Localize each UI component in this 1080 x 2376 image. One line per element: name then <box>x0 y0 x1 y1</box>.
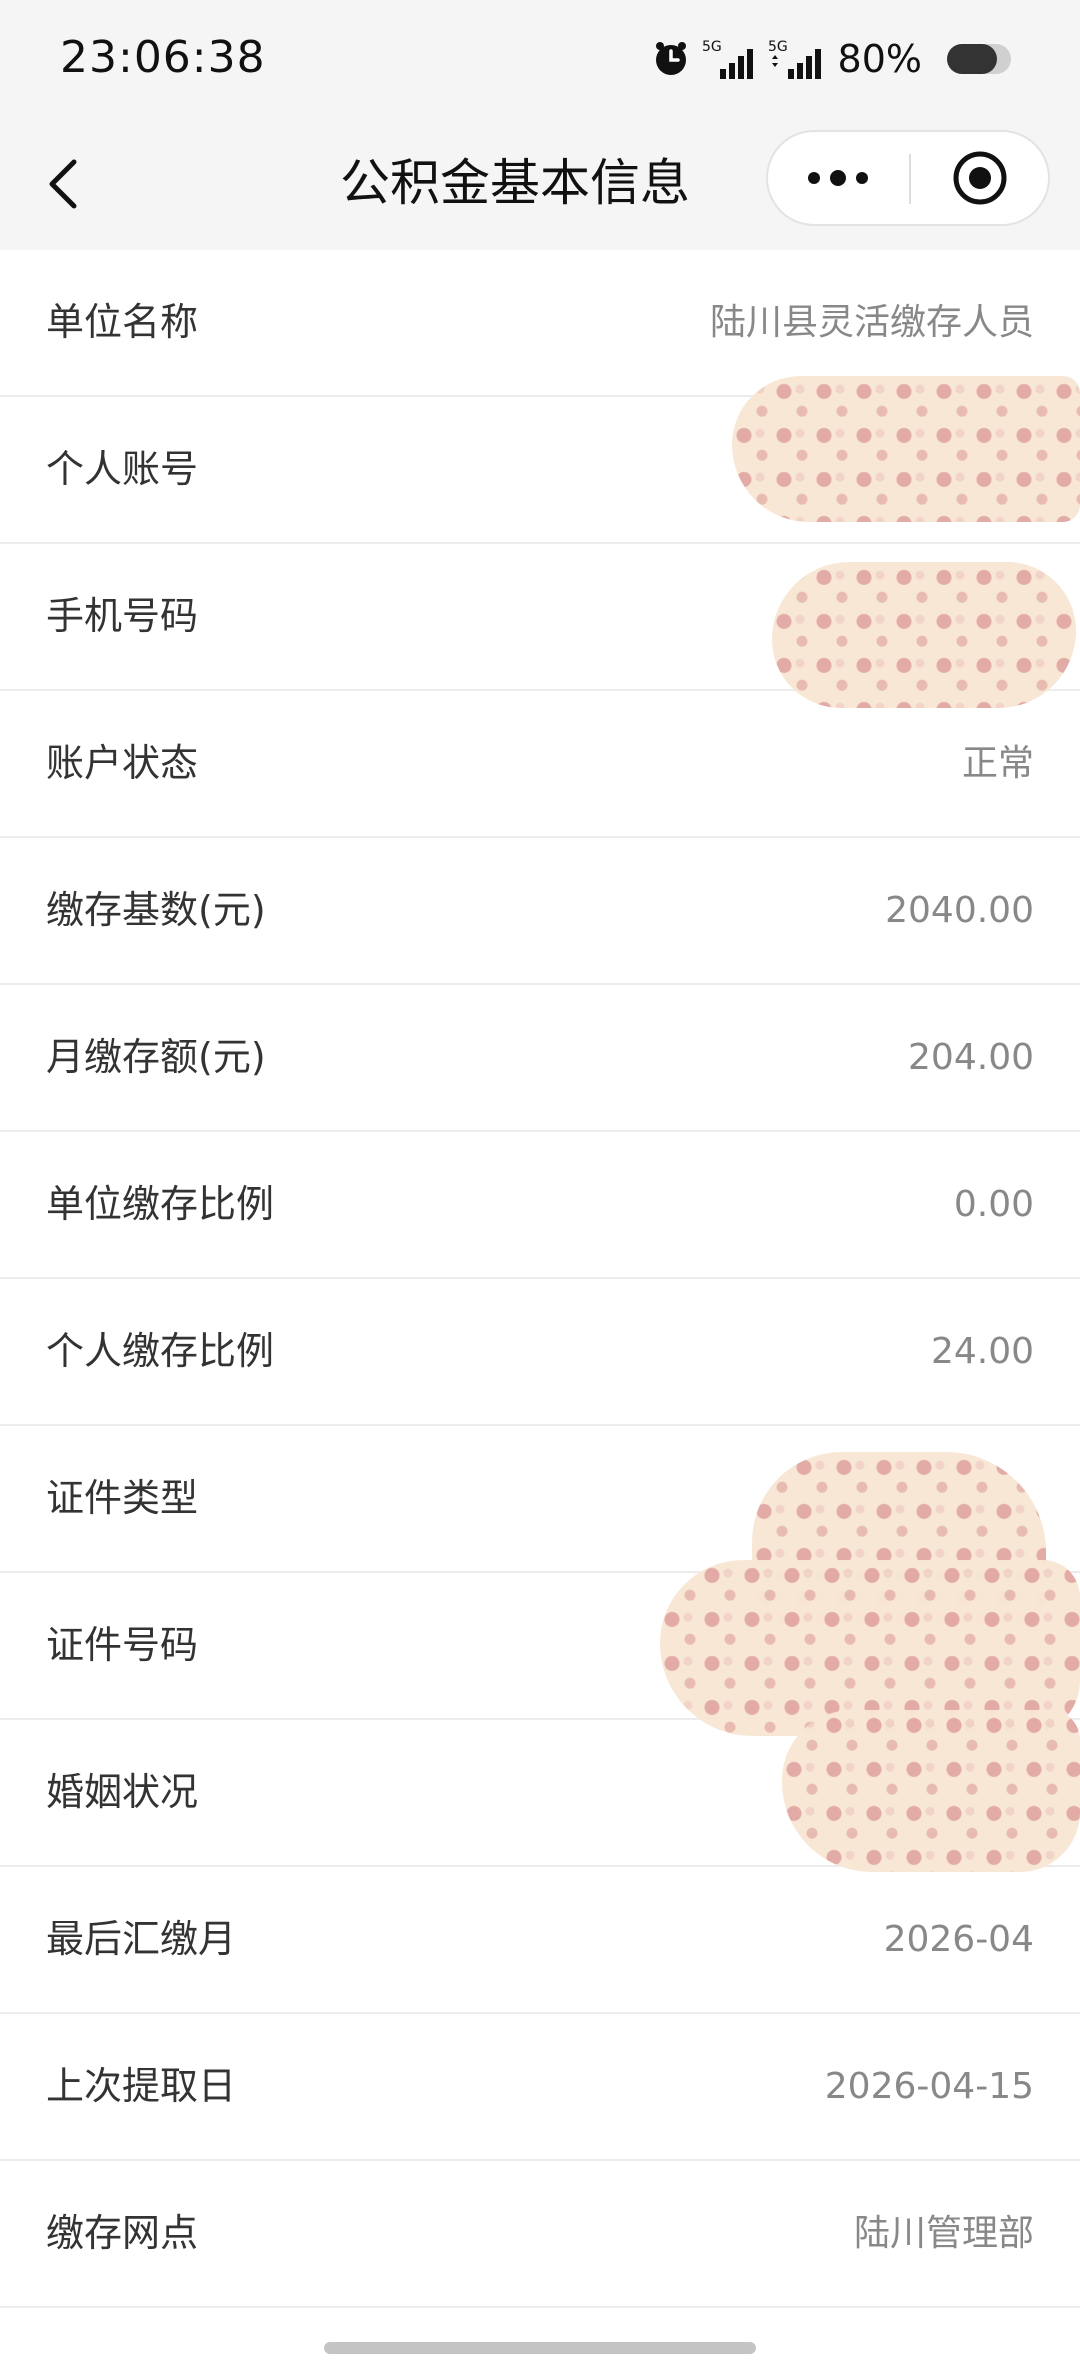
battery-percent: 80% <box>837 37 922 81</box>
more-button[interactable] <box>768 132 908 224</box>
info-row-last-withdrawal-date: 上次提取日 2026-04-15 <box>0 2014 1080 2161</box>
info-row-account-status: 账户状态 正常 <box>0 691 1080 838</box>
row-value: 2040.00 <box>885 890 1034 931</box>
row-label: 个人账号 <box>46 447 199 491</box>
row-label: 缴存网点 <box>46 2211 199 2255</box>
page-title: 公积金基本信息 <box>340 154 690 212</box>
row-value: 2026-04 <box>883 1919 1034 1960</box>
network-label-2: 5G <box>768 39 788 55</box>
info-row-deposit-branch: 缴存网点 陆川管理部 <box>0 2161 1080 2308</box>
row-label: 缴存基数(元) <box>46 888 266 932</box>
status-bar: 23:06:38 5G 5G 80% <box>0 0 1080 118</box>
chevron-left-icon <box>49 159 77 209</box>
network-label-1: 5G <box>702 39 722 55</box>
alarm-icon <box>652 40 690 78</box>
miniprogram-capsule <box>766 130 1050 226</box>
redaction-sticker <box>782 1710 1080 1872</box>
row-label: 证件类型 <box>46 1476 199 1520</box>
row-value: 0.00 <box>953 1184 1034 1225</box>
status-icons: 5G 5G 80% <box>642 34 1016 84</box>
info-row-personal-ratio: 个人缴存比例 24.00 <box>0 1279 1080 1426</box>
row-label: 上次提取日 <box>46 2064 237 2108</box>
row-label: 证件号码 <box>46 1623 199 1667</box>
row-label: 月缴存额(元) <box>46 1035 266 1079</box>
info-row-deposit-base: 缴存基数(元) 2040.00 <box>0 838 1080 985</box>
signal-5g-icon: 5G <box>700 37 756 81</box>
navigation-bar: 公积金基本信息 <box>0 118 1080 250</box>
row-label: 最后汇缴月 <box>46 1917 237 1961</box>
row-value: 2026-04-15 <box>824 2066 1034 2107</box>
redaction-sticker <box>732 376 1080 522</box>
row-label: 手机号码 <box>46 594 199 638</box>
miniprogram-close-icon <box>953 151 1007 205</box>
row-label: 账户状态 <box>46 741 199 785</box>
info-row-last-payment-month: 最后汇缴月 2026-04 <box>0 1867 1080 2014</box>
info-row-monthly-deposit: 月缴存额(元) 204.00 <box>0 985 1080 1132</box>
info-list: 单位名称 陆川县灵活缴存人员 个人账号 手机号码 账户状态 正常 缴存基数(元)… <box>0 250 1080 2308</box>
row-value: 陆川县灵活缴存人员 <box>709 302 1034 343</box>
row-value: 陆川管理部 <box>853 2213 1034 2254</box>
home-indicator[interactable] <box>324 2342 756 2354</box>
battery-icon <box>946 43 1016 75</box>
info-row-unit-name: 单位名称 陆川县灵活缴存人员 <box>0 250 1080 397</box>
row-value: 正常 <box>961 743 1034 784</box>
row-value: 24.00 <box>930 1331 1034 1372</box>
row-value: 204.00 <box>908 1037 1034 1078</box>
capsule-divider <box>909 154 911 204</box>
row-label: 单位名称 <box>46 300 199 344</box>
row-label: 婚姻状况 <box>46 1770 199 1814</box>
more-dots-icon <box>808 170 868 186</box>
back-button[interactable] <box>34 146 94 222</box>
status-time: 23:06:38 <box>60 32 266 83</box>
row-label: 个人缴存比例 <box>46 1329 275 1373</box>
info-row-unit-ratio: 单位缴存比例 0.00 <box>0 1132 1080 1279</box>
close-miniprogram-button[interactable] <box>912 132 1048 224</box>
redaction-sticker <box>772 562 1076 708</box>
signal-5g-icon-2: 5G <box>766 37 828 81</box>
row-label: 单位缴存比例 <box>46 1182 275 1226</box>
